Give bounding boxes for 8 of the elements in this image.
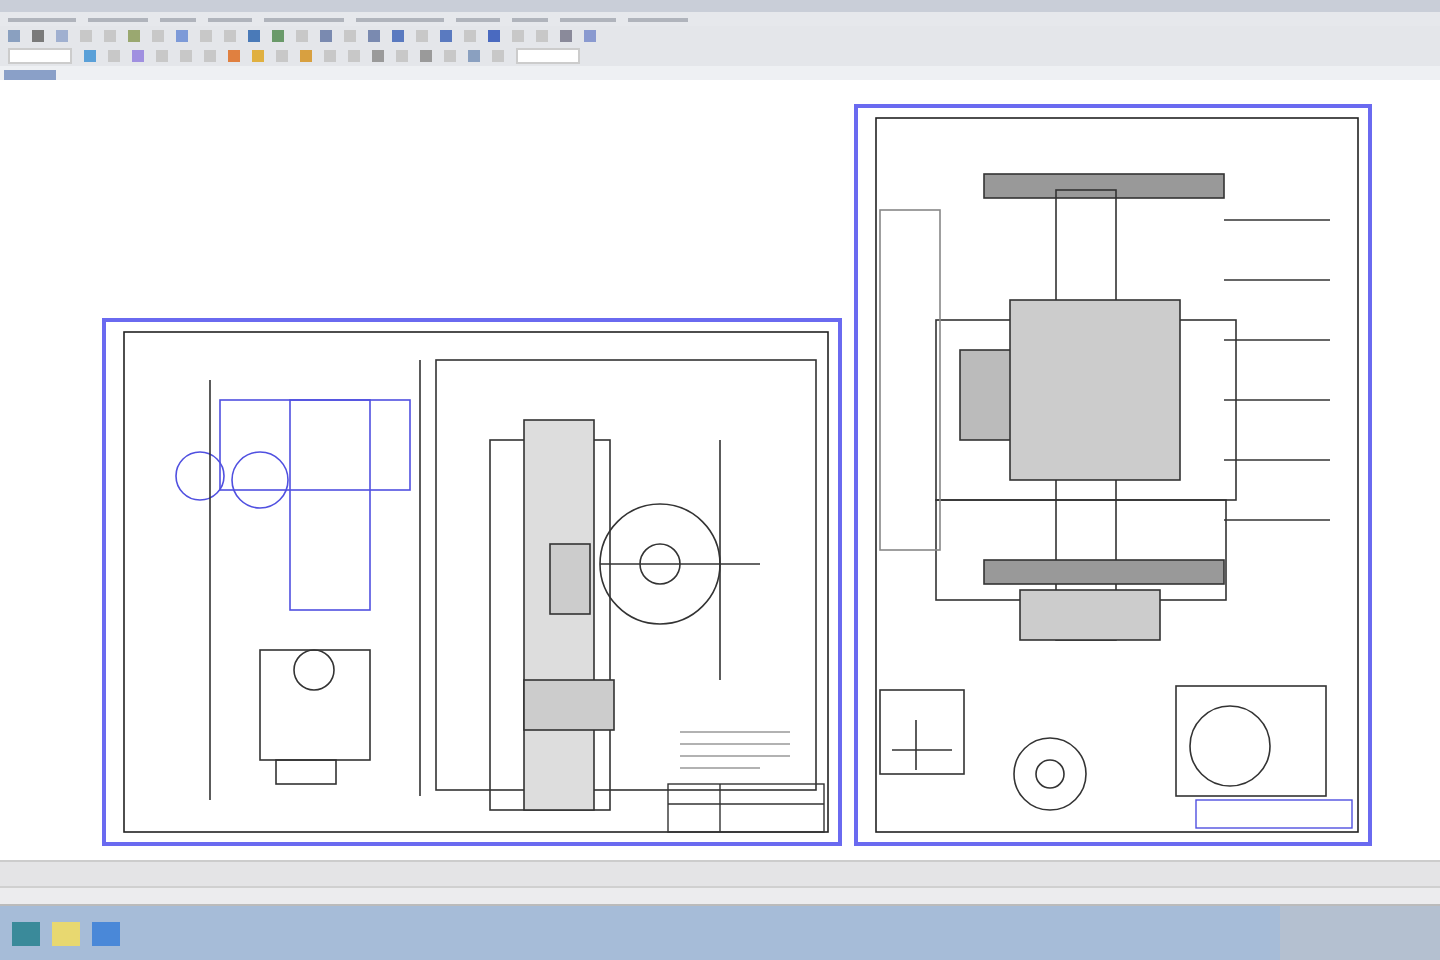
scroll-bar[interactable] bbox=[0, 860, 1440, 886]
folder-icon[interactable] bbox=[52, 921, 80, 945]
document-tab[interactable] bbox=[4, 70, 56, 80]
app-icon[interactable] bbox=[92, 921, 120, 945]
dropdown-field[interactable] bbox=[8, 48, 72, 64]
notes-drawing bbox=[679, 731, 791, 769]
window-icon[interactable] bbox=[12, 921, 40, 945]
dropdown-field[interactable] bbox=[516, 48, 580, 64]
